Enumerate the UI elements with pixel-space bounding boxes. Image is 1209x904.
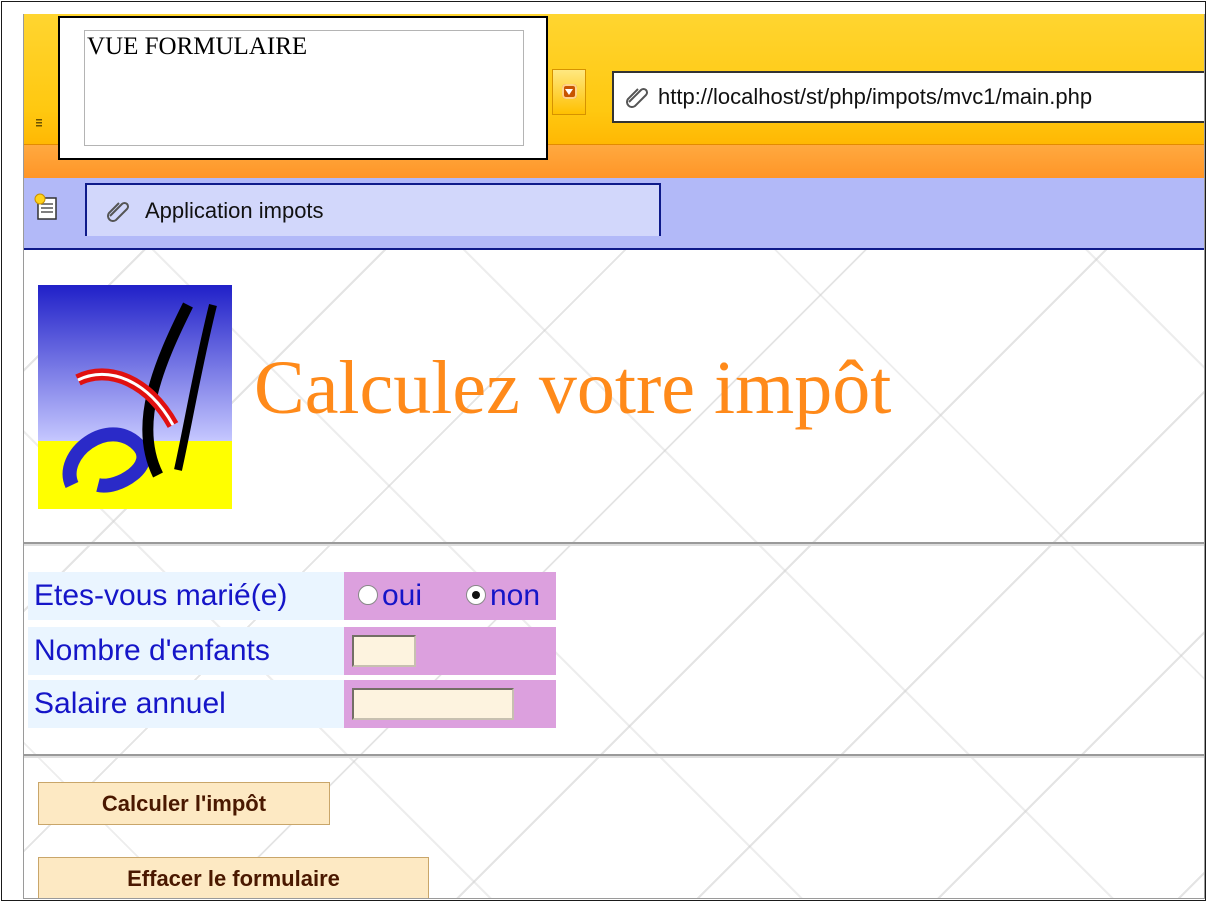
divider: [24, 542, 1204, 546]
married-non-label: non: [490, 579, 541, 612]
children-cell: [344, 627, 556, 675]
calculate-button[interactable]: Calculer l'impôt: [38, 782, 330, 825]
salary-cell: [344, 680, 556, 728]
page-title: Calculez votre impôt: [254, 346, 892, 430]
tab-label: Application impots: [145, 198, 324, 223]
reset-button[interactable]: Effacer le formulaire: [38, 857, 429, 898]
tab-bar: Application impots: [24, 178, 1204, 250]
page-content: Calculez votre impôt Etes-vous marié(e) …: [24, 250, 1204, 898]
married-radio-oui[interactable]: [358, 585, 378, 605]
tab-application-impots[interactable]: Application impots: [85, 183, 661, 236]
married-oui-label: oui: [382, 579, 423, 612]
address-url: http://localhost/st/php/impots/mvc1/main…: [658, 84, 1093, 109]
clip-icon: [107, 201, 130, 222]
view-label: VUE FORMULAIRE: [84, 30, 524, 146]
new-tab-icon[interactable]: [32, 192, 62, 222]
grip-icon: [36, 119, 42, 127]
clip-icon: [626, 87, 649, 108]
children-label: Nombre d'enfants: [28, 627, 344, 675]
menu-arrow-icon: [562, 84, 577, 99]
married-label: Etes-vous marié(e): [28, 572, 344, 620]
salary-label: Salaire annuel: [28, 680, 344, 728]
married-options: oui non: [344, 572, 556, 620]
children-input[interactable]: [352, 635, 416, 667]
logo-icon: [38, 285, 232, 509]
divider: [24, 754, 1204, 758]
dropdown-menu-button[interactable]: [552, 69, 586, 115]
browser-window: http://localhost/st/php/impots/mvc1/main…: [1, 1, 1206, 901]
view-label-box: VUE FORMULAIRE: [58, 16, 548, 160]
salary-input[interactable]: [352, 688, 514, 720]
address-bar[interactable]: http://localhost/st/php/impots/mvc1/main…: [612, 71, 1204, 123]
married-radio-non[interactable]: [466, 585, 486, 605]
